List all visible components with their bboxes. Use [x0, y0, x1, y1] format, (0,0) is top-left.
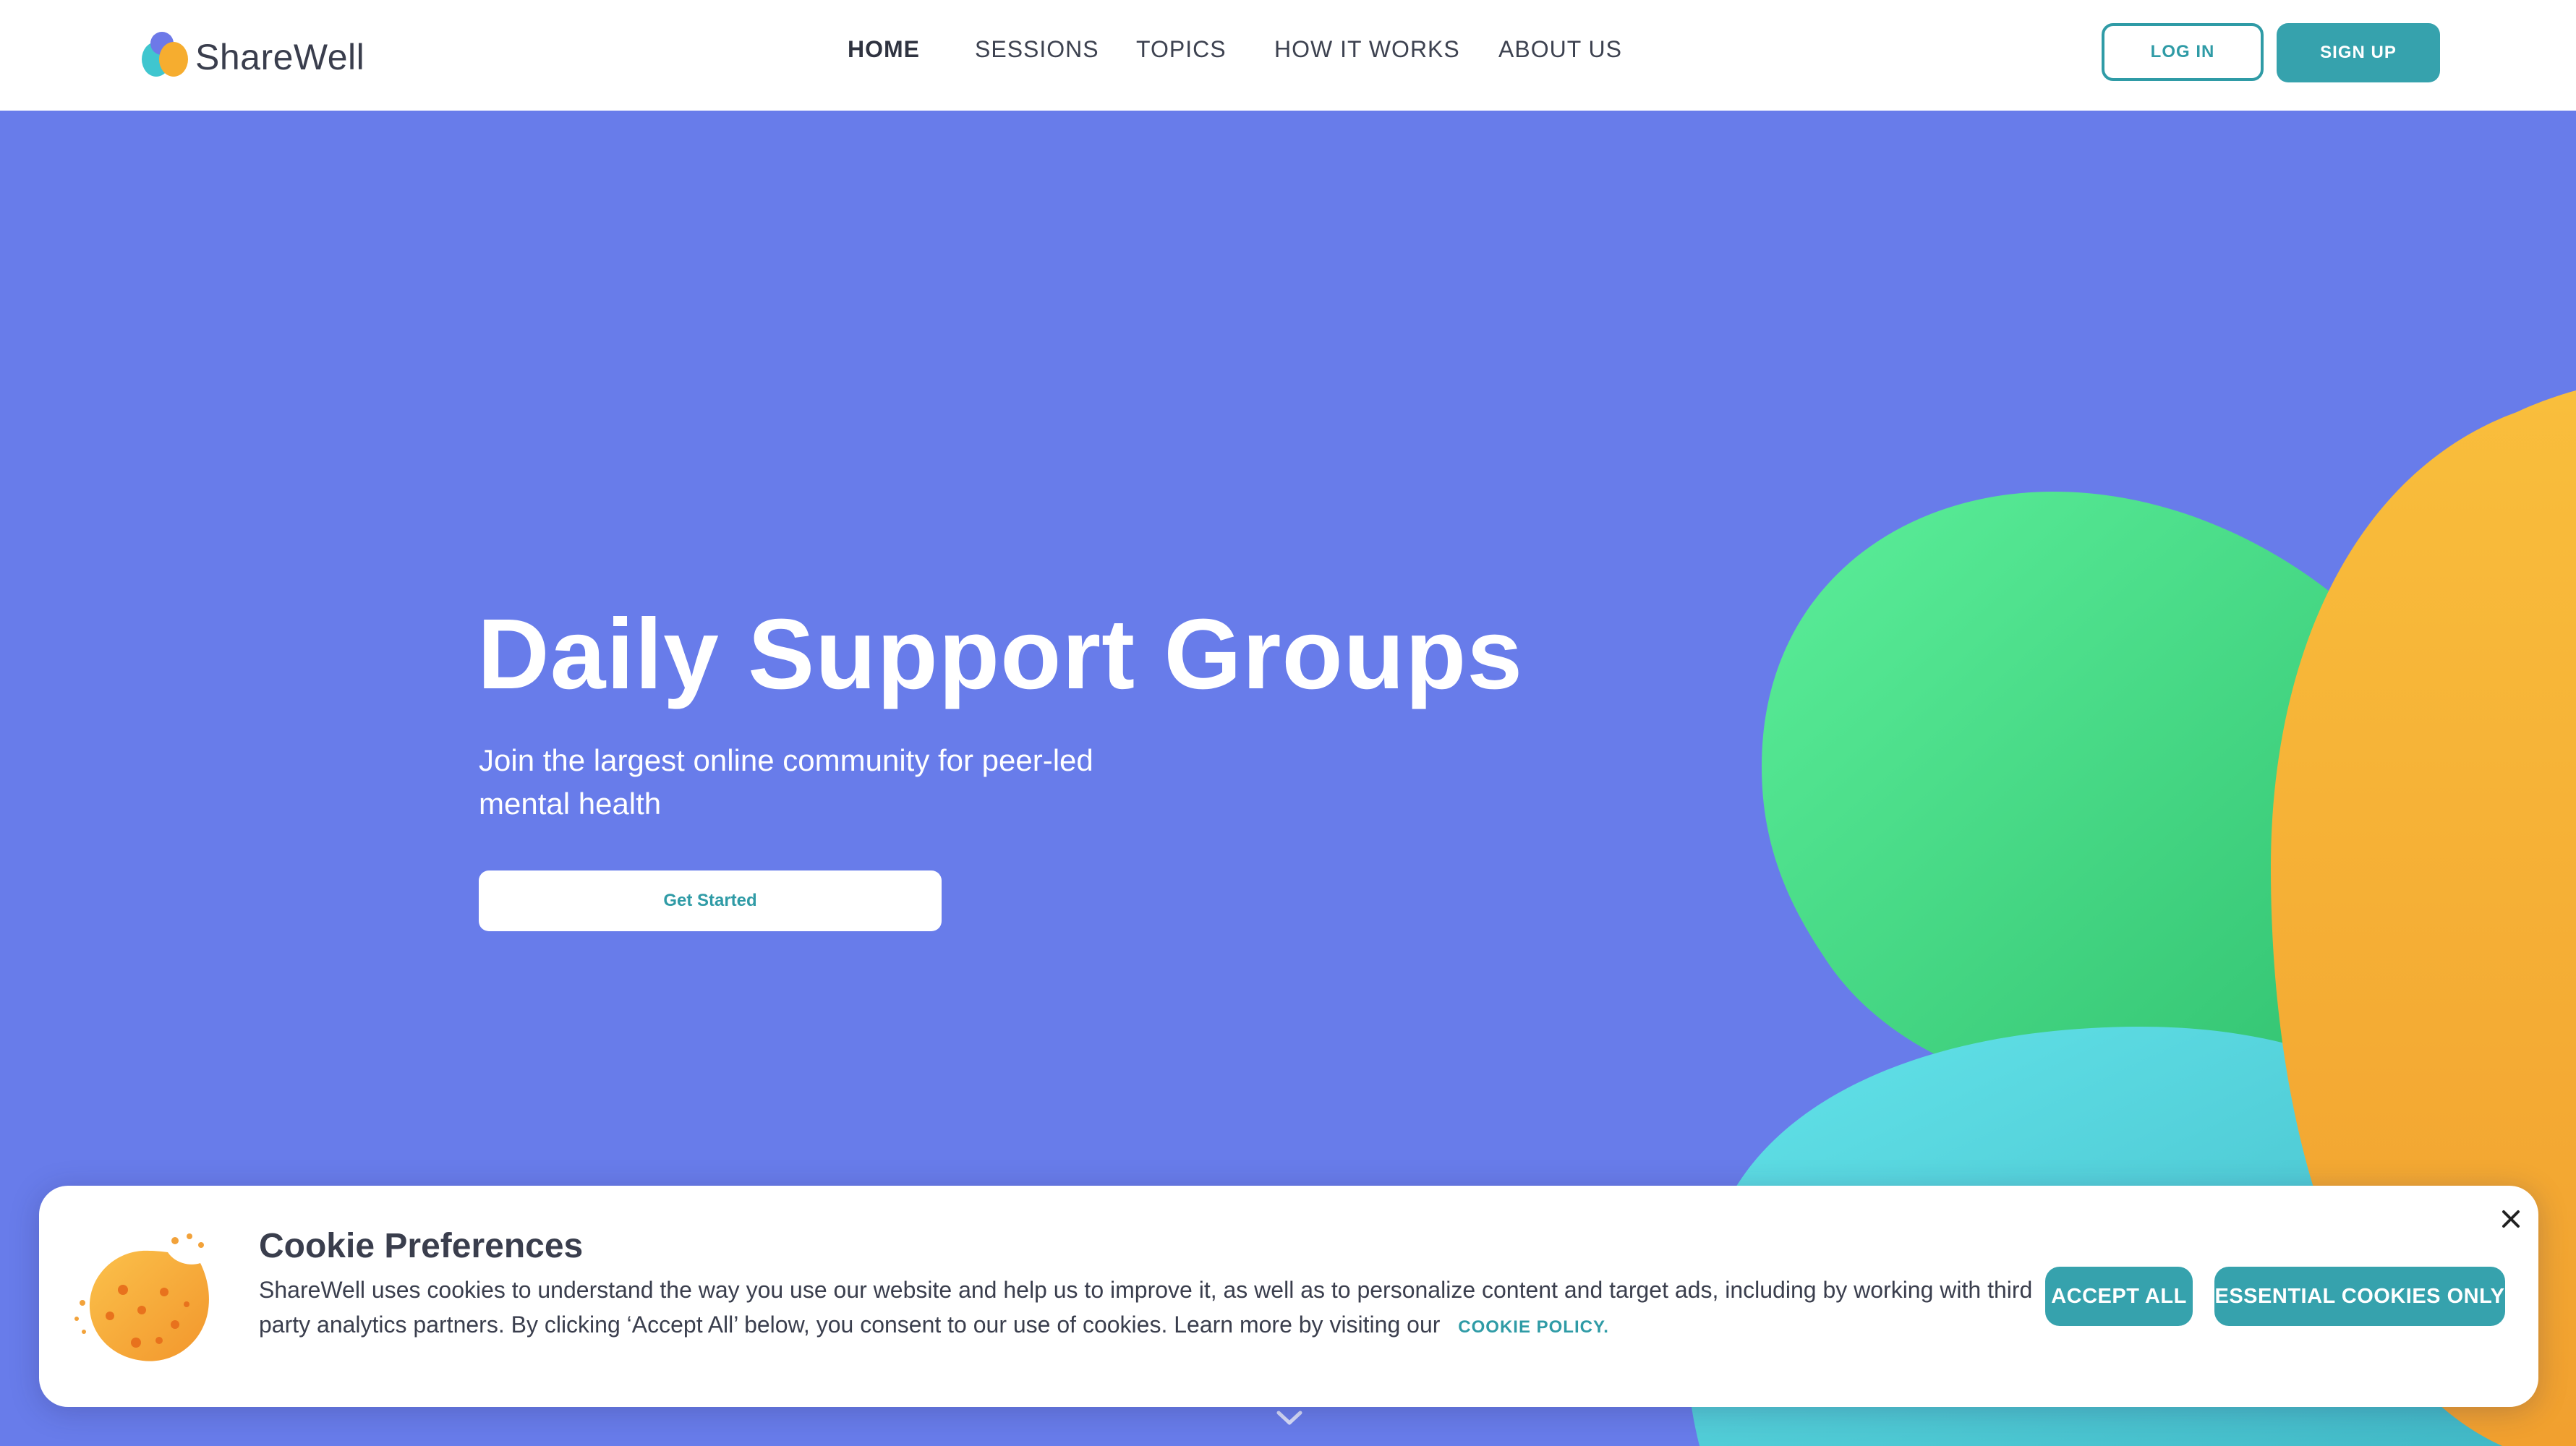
sharewell-logo-icon: [142, 32, 188, 77]
nav-sessions[interactable]: SESSIONS: [975, 36, 1099, 63]
hero-subtitle: Join the largest online community for pe…: [479, 743, 1093, 821]
cookie-banner: Cookie Preferences ShareWell uses cookie…: [39, 1186, 2538, 1407]
essential-cookies-button[interactable]: ESSENTIAL COOKIES ONLY: [2214, 1267, 2505, 1326]
brand-logo[interactable]: ShareWell: [136, 26, 367, 84]
cookie-description: ShareWell uses cookies to understand the…: [259, 1272, 2081, 1345]
cookie-icon: [74, 1233, 209, 1361]
chevron-down-icon[interactable]: [1276, 1410, 1303, 1427]
nav-how-it-works[interactable]: HOW IT WORKS: [1274, 36, 1460, 63]
signup-button[interactable]: SIGN UP: [2277, 23, 2440, 82]
hero-title: Daily Support Groups: [477, 599, 1524, 710]
get-started-button[interactable]: Get Started: [479, 870, 942, 931]
cookie-policy-link[interactable]: COOKIE POLICY.: [1458, 1317, 1609, 1337]
cookie-title: Cookie Preferences: [259, 1227, 584, 1265]
site-header: ShareWell HOME SESSIONS TOPICS HOW IT WO…: [0, 0, 2576, 111]
close-icon[interactable]: [2498, 1206, 2524, 1232]
nav-topics[interactable]: TOPICS: [1136, 36, 1227, 63]
brand-name: ShareWell: [195, 37, 365, 77]
login-button[interactable]: LOG IN: [2102, 23, 2264, 81]
cookie-body-text: ShareWell uses cookies to understand the…: [259, 1277, 2033, 1338]
accept-all-button[interactable]: ACCEPT ALL: [2045, 1267, 2193, 1326]
nav-home[interactable]: HOME: [848, 36, 920, 63]
nav-about-us[interactable]: ABOUT US: [1498, 36, 1622, 63]
